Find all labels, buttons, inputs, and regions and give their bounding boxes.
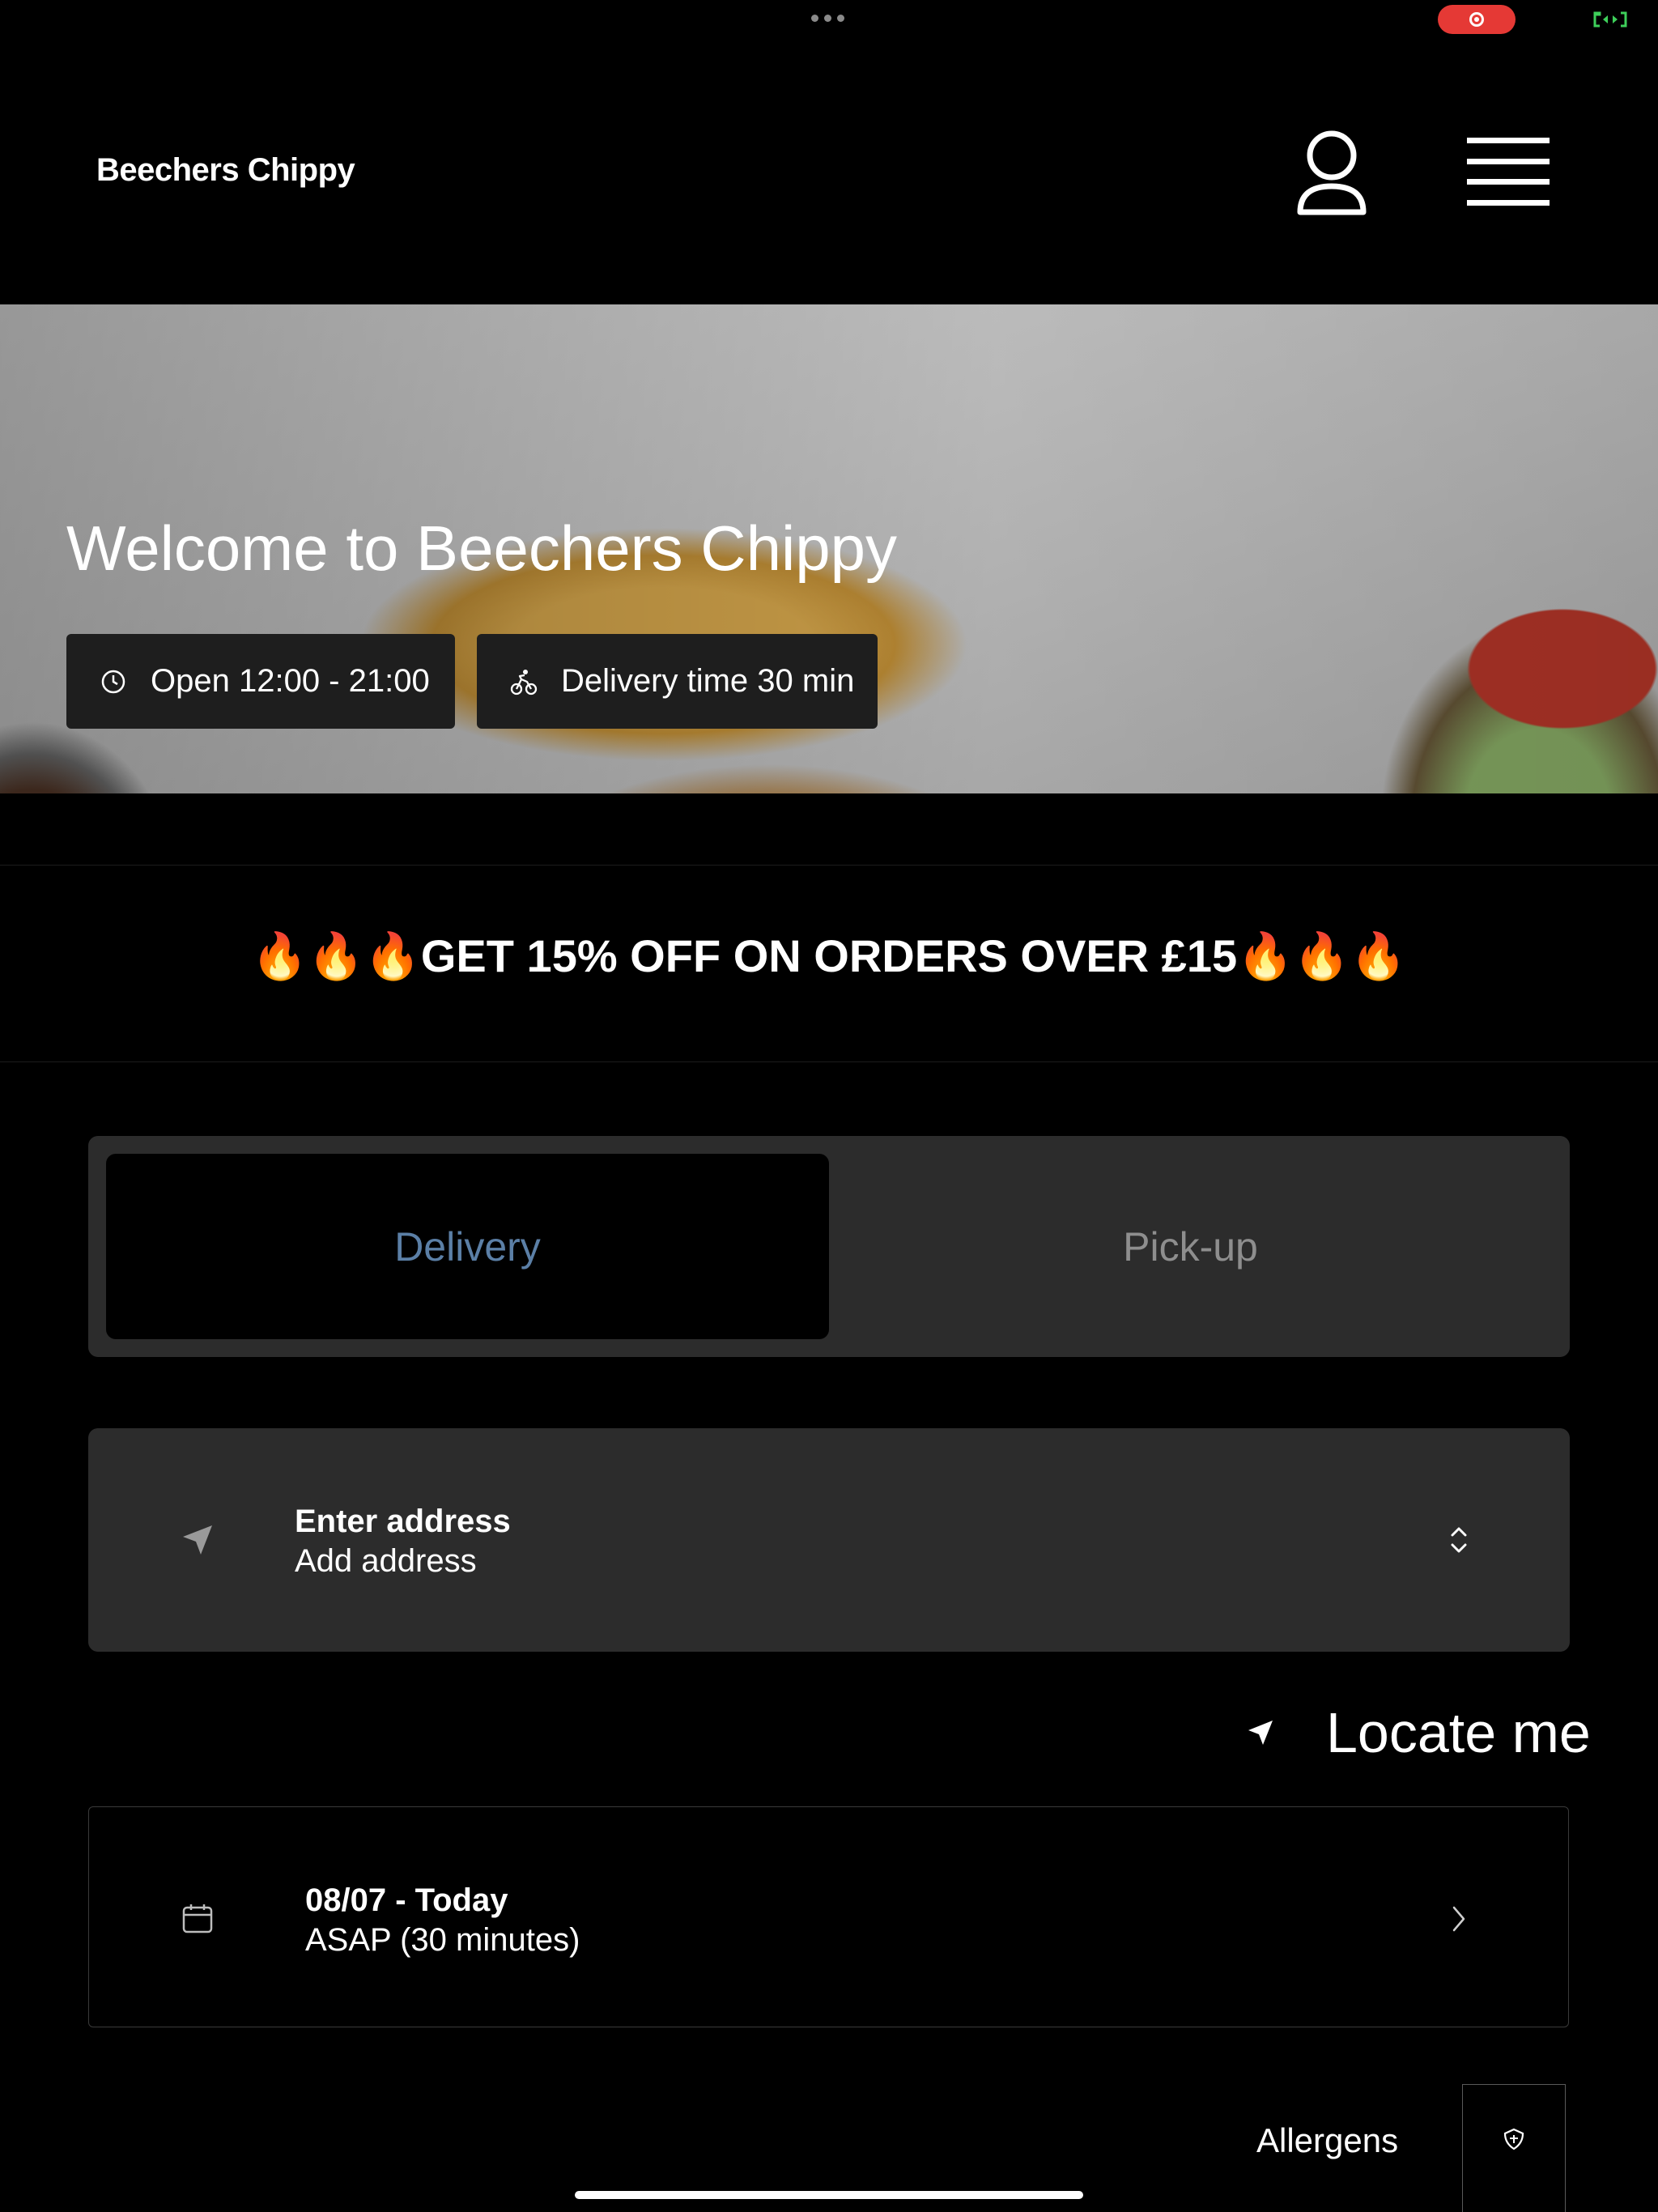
address-subtitle: Add address <box>295 1543 477 1579</box>
tab-delivery[interactable]: Delivery <box>106 1154 829 1339</box>
schedule-time: ASAP (30 minutes) <box>305 1922 580 1958</box>
opening-hours-badge: Open 12:00 - 21:00 <box>66 634 455 729</box>
chevron-right-icon <box>1452 1906 1465 1932</box>
divider <box>0 865 1658 866</box>
delivery-time-text: Delivery time 30 min <box>561 663 855 699</box>
multitasking-dots-icon[interactable] <box>811 15 844 22</box>
schedule-date: 08/07 - Today <box>305 1882 508 1918</box>
locate-me-label: Locate me <box>1326 1701 1591 1764</box>
tab-pickup[interactable]: Pick-up <box>829 1154 1552 1339</box>
screen-mirroring-icon <box>1593 11 1627 28</box>
allergen-shield-icon <box>1503 2128 1524 2150</box>
opening-hours-text: Open 12:00 - 21:00 <box>151 663 430 699</box>
divider <box>0 1061 1658 1062</box>
promo-banner: 🔥🔥🔥GET 15% OFF ON ORDERS OVER £15🔥🔥🔥 <box>251 930 1407 981</box>
brand-name[interactable]: Beechers Chippy <box>96 152 355 189</box>
allergens-button[interactable] <box>1462 2084 1566 2212</box>
record-icon <box>1469 12 1484 27</box>
locate-me-button[interactable]: Locate me <box>1245 1700 1591 1765</box>
courier-bike-icon <box>510 669 538 695</box>
hamburger-menu-icon[interactable] <box>1467 136 1550 207</box>
address-title: Enter address <box>295 1504 511 1539</box>
location-arrow-icon <box>1248 1721 1273 1745</box>
calendar-icon <box>182 1904 213 1933</box>
user-icon[interactable] <box>1295 128 1368 217</box>
allergens-link[interactable]: Allergens <box>1256 2121 1398 2160</box>
home-indicator[interactable] <box>575 2191 1083 2199</box>
welcome-heading: Welcome to Beechers Chippy <box>66 513 898 584</box>
address-selector[interactable] <box>88 1428 1570 1652</box>
chevron-up-down-icon <box>1451 1527 1467 1553</box>
location-arrow-icon <box>183 1525 212 1555</box>
screen-recording-indicator[interactable] <box>1438 5 1516 34</box>
clock-icon <box>101 670 125 693</box>
delivery-time-badge: Delivery time 30 min <box>477 634 878 729</box>
